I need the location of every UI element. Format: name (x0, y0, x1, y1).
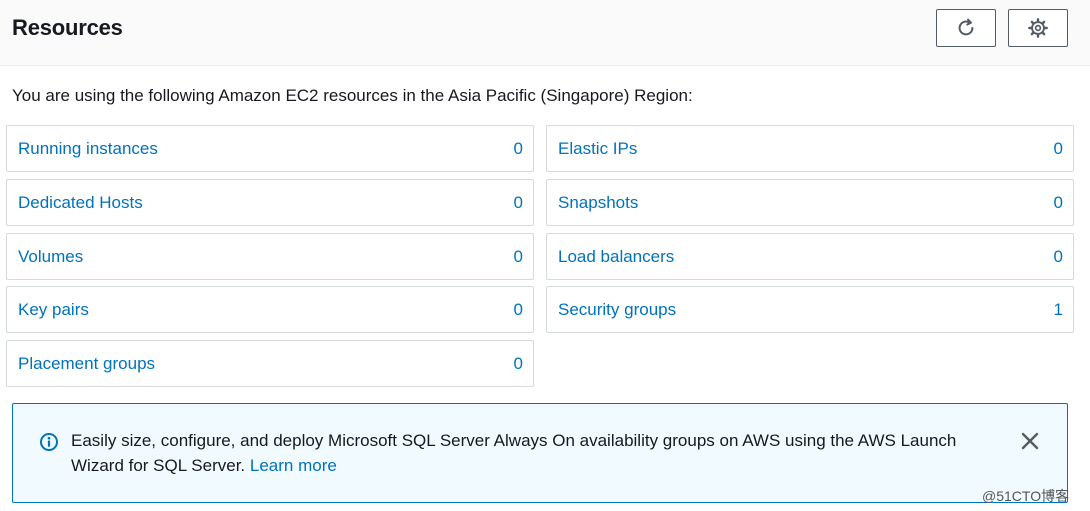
resource-card-placement-groups: Placement groups 0 (6, 340, 534, 387)
resource-card-load-balancers: Load balancers 0 (546, 233, 1074, 280)
page-title: Resources (12, 15, 123, 40)
volumes-count[interactable]: 0 (514, 247, 523, 267)
region-intro-text: You are using the following Amazon EC2 r… (12, 86, 693, 105)
resources-header: Resources (0, 0, 1090, 66)
load-balancers-count[interactable]: 0 (1054, 247, 1063, 267)
resource-card-volumes: Volumes 0 (6, 233, 534, 280)
refresh-button[interactable] (936, 9, 996, 47)
settings-button[interactable] (1008, 9, 1068, 47)
info-icon (40, 433, 58, 451)
refresh-icon (958, 18, 974, 36)
banner-message: Easily size, configure, and deploy Micro… (71, 428, 1001, 478)
running-instances-link[interactable]: Running instances (18, 139, 158, 159)
snapshots-count[interactable]: 0 (1054, 193, 1063, 213)
elastic-ips-count[interactable]: 0 (1054, 139, 1063, 159)
resource-card-elastic-ips: Elastic IPs 0 (546, 125, 1074, 172)
load-balancers-link[interactable]: Load balancers (558, 247, 674, 267)
elastic-ips-link[interactable]: Elastic IPs (558, 139, 637, 159)
volumes-link[interactable]: Volumes (18, 247, 83, 267)
resource-card-security-groups: Security groups 1 (546, 286, 1074, 333)
placement-groups-link[interactable]: Placement groups (18, 354, 155, 374)
resource-card-key-pairs: Key pairs 0 (6, 286, 534, 333)
snapshots-link[interactable]: Snapshots (558, 193, 638, 213)
info-banner: Easily size, configure, and deploy Micro… (12, 403, 1068, 503)
resource-card-running-instances: Running instances 0 (6, 125, 534, 172)
key-pairs-count[interactable]: 0 (514, 300, 523, 320)
dedicated-hosts-count[interactable]: 0 (514, 193, 523, 213)
gear-icon (1028, 18, 1048, 38)
key-pairs-link[interactable]: Key pairs (18, 300, 89, 320)
placement-groups-count[interactable]: 0 (514, 354, 523, 374)
close-icon[interactable] (1019, 430, 1041, 452)
banner-text: Easily size, configure, and deploy Micro… (71, 431, 957, 475)
watermark: @51CTO博客 (982, 488, 1070, 504)
security-groups-count[interactable]: 1 (1054, 300, 1063, 320)
dedicated-hosts-link[interactable]: Dedicated Hosts (18, 193, 143, 213)
security-groups-link[interactable]: Security groups (558, 300, 676, 320)
resource-card-dedicated-hosts: Dedicated Hosts 0 (6, 179, 534, 226)
running-instances-count[interactable]: 0 (514, 139, 523, 159)
resource-card-snapshots: Snapshots 0 (546, 179, 1074, 226)
learn-more-link[interactable]: Learn more (250, 456, 337, 475)
